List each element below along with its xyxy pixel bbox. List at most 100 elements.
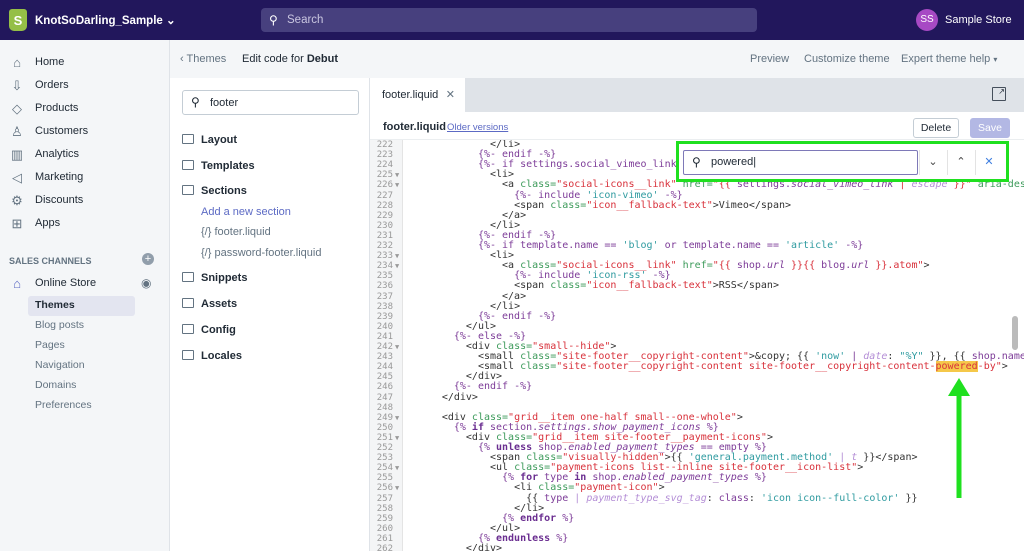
- folder-label: Snippets: [201, 272, 248, 284]
- fold-arrow-icon[interactable]: ▼: [395, 261, 399, 271]
- folder-icon: [182, 134, 194, 144]
- find-previous-button[interactable]: ⌃: [947, 150, 974, 175]
- file-search-input[interactable]: ⚲ footer: [182, 90, 359, 115]
- folder-icon: [182, 324, 194, 334]
- folder-config[interactable]: Config: [182, 324, 236, 336]
- folder-templates[interactable]: Templates: [182, 160, 255, 172]
- code-token: "icon__fallback-text": [586, 199, 713, 211]
- fold-arrow-icon[interactable]: ▼: [395, 483, 399, 493]
- back-themes-link[interactable]: ‹ Themes: [180, 53, 226, 65]
- discount-icon: ⚙: [11, 193, 23, 208]
- line-number: 228: [376, 200, 393, 211]
- code-token: >RSS</span>: [712, 280, 779, 292]
- code-token: %}: [748, 472, 767, 484]
- close-tab-icon[interactable]: ✕: [446, 88, 455, 101]
- expert-theme-help-dropdown[interactable]: Expert theme help ▾: [901, 53, 997, 65]
- line-number: 247: [376, 392, 393, 403]
- line-number: 245: [376, 372, 393, 383]
- folder-snippets[interactable]: Snippets: [182, 272, 247, 284]
- sidebar-item-customers[interactable]: ♙ Customers: [0, 122, 170, 142]
- file-browser: ⚲ footer Layout Templates Sections Snippets A…: [170, 78, 370, 551]
- sidebar-subitem-themes[interactable]: Themes: [35, 299, 75, 311]
- add-channel-icon[interactable]: +: [142, 253, 154, 265]
- code-token: :: [748, 492, 761, 504]
- line-number: 259: [376, 513, 393, 524]
- code-token: class: [718, 492, 749, 504]
- find-next-button[interactable]: ⌄: [919, 150, 946, 175]
- sidebar-subitem-pages[interactable]: Pages: [35, 339, 65, 351]
- avatar[interactable]: SS: [916, 9, 938, 31]
- code-token: "icon__fallback-text": [586, 280, 713, 292]
- page-header: ‹ Themes Edit code for Debut Preview Cus…: [170, 40, 1024, 78]
- page-title: Edit code for Debut: [242, 53, 338, 65]
- tab-footer-liquid[interactable]: footer.liquid ✕: [370, 78, 465, 112]
- sidebar-subitem-preferences[interactable]: Preferences: [35, 399, 92, 411]
- sidebar-subitem-domains[interactable]: Domains: [35, 379, 76, 391]
- sidebar: ⌂ Home ⇩ Orders ◇ Products ♙ Customers ▥ Analytic…: [0, 40, 170, 551]
- line-number: 249: [376, 412, 393, 423]
- fold-arrow-icon[interactable]: ▼: [395, 170, 399, 180]
- fold-arrow-icon[interactable]: ▼: [395, 342, 399, 352]
- folder-locales[interactable]: Locales: [182, 350, 242, 362]
- customize-theme-link[interactable]: Customize theme: [804, 53, 890, 65]
- code-token: </div>: [441, 391, 478, 403]
- code-line: 236 <span class="icon__fallback-text">RS…: [370, 280, 1024, 292]
- folder-layout[interactable]: Layout: [182, 134, 237, 146]
- fold-arrow-icon[interactable]: ▼: [395, 180, 399, 190]
- account-name[interactable]: Sample Store: [945, 14, 1012, 26]
- file-item[interactable]: {/} footer.liquid: [201, 226, 271, 238]
- fold-arrow-icon[interactable]: ▼: [395, 251, 399, 261]
- store-name: KnotSoDarling_Sample: [35, 15, 163, 27]
- code-editor[interactable]: 222 </li> 223 {%- endif -%} 224 {%- if set…: [370, 140, 1024, 551]
- megaphone-icon: ◁: [12, 170, 22, 185]
- preview-link[interactable]: Preview: [750, 53, 789, 65]
- sidebar-subitem-blog-posts[interactable]: Blog posts: [35, 319, 84, 331]
- sidebar-item-label: Orders: [35, 79, 69, 91]
- editor-scrollbar[interactable]: [1012, 316, 1018, 350]
- line-number: 222: [376, 140, 393, 150]
- store-switcher[interactable]: KnotSoDarling_Sample ⌄: [35, 13, 176, 27]
- search-match-highlight: powered: [935, 361, 978, 373]
- line-number: 257: [376, 493, 393, 504]
- folder-sections[interactable]: Sections: [182, 185, 247, 197]
- sidebar-item-analytics[interactable]: ▥ Analytics: [0, 145, 170, 165]
- sidebar-item-products[interactable]: ◇ Products: [0, 99, 170, 119]
- sidebar-item-marketing[interactable]: ◁ Marketing: [0, 168, 170, 188]
- file-item[interactable]: {/} password-footer.liquid: [201, 247, 321, 259]
- find-close-button[interactable]: ✕: [975, 150, 1002, 175]
- file-name: footer.liquid: [383, 121, 446, 133]
- fold-arrow-icon[interactable]: ▼: [395, 463, 399, 473]
- sidebar-item-discounts[interactable]: ⚙ Discounts: [0, 191, 170, 211]
- save-button[interactable]: Save: [970, 118, 1010, 138]
- code-token: }}: [899, 492, 918, 504]
- liquid-file-icon: {/}: [201, 247, 215, 259]
- eye-icon[interactable]: ◉: [141, 276, 151, 290]
- older-versions-link[interactable]: Older versions: [447, 122, 508, 133]
- sidebar-item-home[interactable]: ⌂ Home: [0, 53, 170, 73]
- line-number: 236: [376, 281, 393, 292]
- add-new-section-link[interactable]: Add a new section: [201, 206, 291, 218]
- code-token: "site-footer__copyright-content site-foo…: [556, 361, 936, 373]
- find-input[interactable]: ⚲ powered|: [683, 150, 918, 175]
- liquid-file-icon: {/}: [201, 226, 215, 238]
- search-input[interactable]: ⚲ Search: [261, 8, 757, 32]
- delete-button[interactable]: Delete: [913, 118, 959, 138]
- code-token: >: [1001, 361, 1008, 373]
- line-number: 253: [376, 453, 393, 464]
- fold-arrow-icon[interactable]: ▼: [395, 433, 399, 443]
- sidebar-item-apps[interactable]: ⊞ Apps: [0, 214, 170, 234]
- sidebar-item-orders[interactable]: ⇩ Orders: [0, 76, 170, 96]
- code-token: >: [766, 431, 773, 443]
- fullscreen-icon[interactable]: ↗: [992, 87, 1006, 101]
- code-token: 'blog': [622, 240, 659, 251]
- sidebar-subitem-navigation[interactable]: Navigation: [35, 359, 85, 371]
- shopify-logo-icon[interactable]: S: [9, 9, 27, 31]
- code-text: </div>: [406, 543, 502, 551]
- folder-assets[interactable]: Assets: [182, 298, 237, 310]
- sidebar-item-label: Home: [35, 56, 65, 68]
- file-header: footer.liquid Older versions Delete Save: [370, 112, 1024, 140]
- fold-arrow-icon[interactable]: ▼: [395, 413, 399, 423]
- sidebar-item-label: Discounts: [35, 194, 84, 206]
- line-number: 242: [376, 342, 393, 352]
- line-number: 252: [376, 443, 393, 453]
